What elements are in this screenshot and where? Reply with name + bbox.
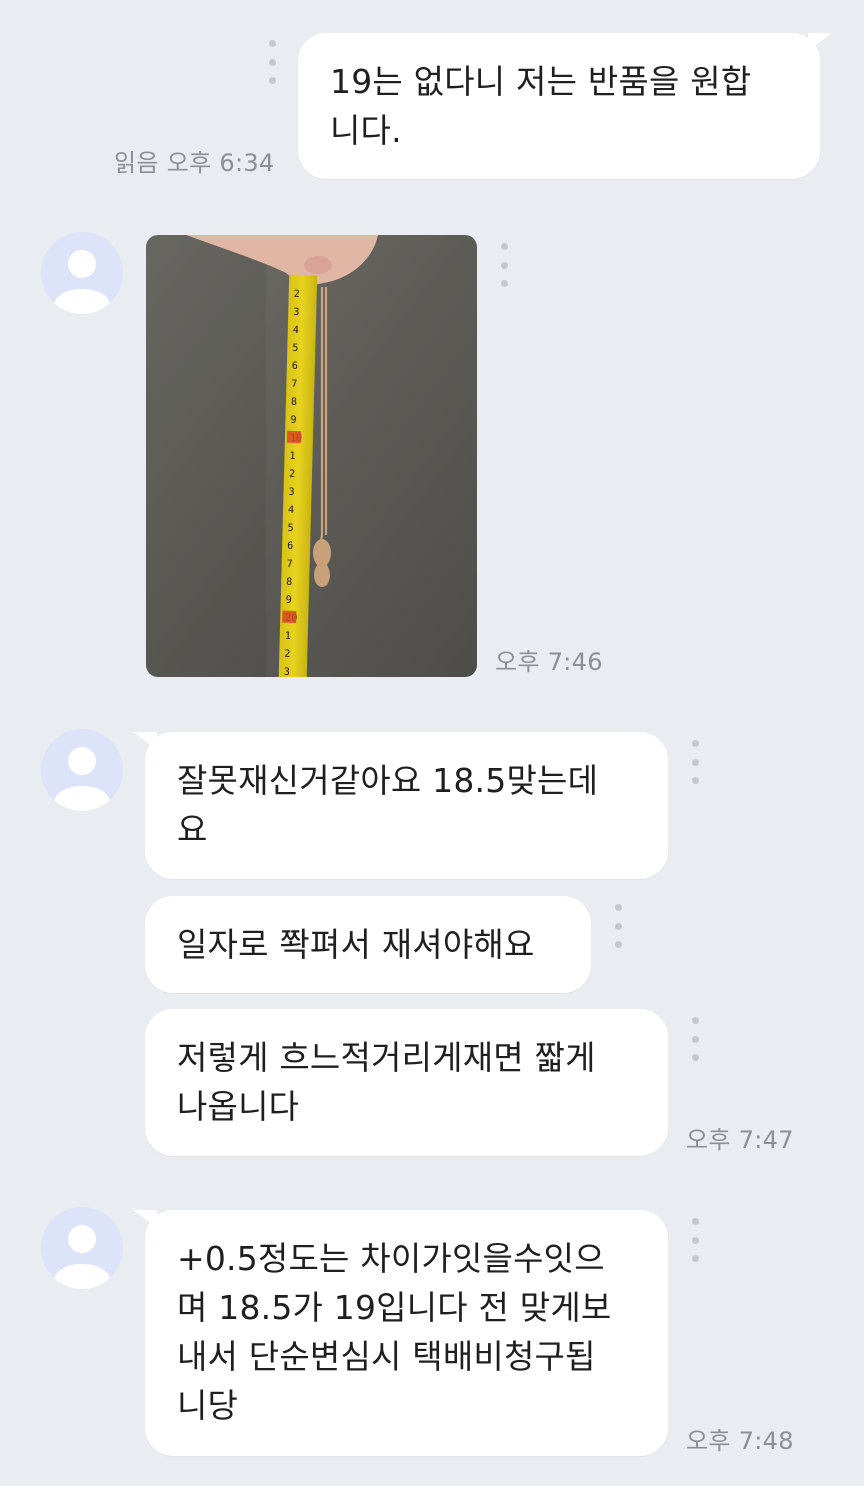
message-bubble[interactable]: 19는 없다니 저는 반품을 원합 니다. xyxy=(298,33,832,179)
message-time: 오후 7:46 xyxy=(495,648,603,676)
tape-measure-bracelet-photo[interactable]: 2 3 4 5 6 7 8 9 10 1 2 3 4 5 6 7 8 xyxy=(146,235,477,677)
message-bubble[interactable]: 잘못재신거같아요 18.5맞는데 요 xyxy=(133,732,668,879)
more-options-icon[interactable] xyxy=(262,40,282,84)
message-bubble[interactable]: 저렇게 흐느적거리게재면 짧게 나옵니다 xyxy=(145,1009,668,1156)
svg-text:4: 4 xyxy=(293,325,299,336)
svg-text:3: 3 xyxy=(288,487,294,498)
message-time: 오후 7:48 xyxy=(686,1427,794,1455)
svg-text:8: 8 xyxy=(286,577,292,588)
default-user-icon[interactable] xyxy=(41,729,123,811)
svg-text:7: 7 xyxy=(291,379,297,390)
svg-text:1: 1 xyxy=(285,631,291,642)
more-options-icon[interactable] xyxy=(685,740,705,784)
message-text: 일자로 쫙펴서 재셔야해요 xyxy=(177,925,535,964)
svg-text:2: 2 xyxy=(294,289,300,300)
more-options-icon[interactable] xyxy=(494,243,514,287)
svg-text:9: 9 xyxy=(290,415,296,426)
message-text: 잘못재신거같아요 18.5맞는데 요 xyxy=(177,761,599,849)
svg-text:3: 3 xyxy=(284,667,290,677)
svg-text:3: 3 xyxy=(293,307,299,318)
svg-text:9: 9 xyxy=(286,595,292,606)
svg-text:4: 4 xyxy=(288,505,294,516)
svg-text:5: 5 xyxy=(287,523,293,534)
more-options-icon[interactable] xyxy=(685,1017,705,1061)
default-user-icon[interactable] xyxy=(41,1207,123,1289)
svg-text:2: 2 xyxy=(284,649,290,660)
message-text: +0.5정도는 차이가잇을수잇으 며 18.5가 19입니다 전 맞게보 내서 … xyxy=(177,1239,612,1425)
more-options-icon[interactable] xyxy=(608,904,628,948)
svg-text:1: 1 xyxy=(289,451,295,462)
default-user-icon[interactable] xyxy=(41,232,123,314)
svg-text:6: 6 xyxy=(287,541,293,552)
message-bubble[interactable]: 일자로 쫙펴서 재셔야해요 xyxy=(145,896,591,993)
more-options-icon[interactable] xyxy=(685,1218,705,1262)
read-receipt-time: 읽음 오후 6:34 xyxy=(114,149,275,177)
message-time: 오후 7:47 xyxy=(686,1126,794,1154)
svg-text:5: 5 xyxy=(292,343,298,354)
svg-text:7: 7 xyxy=(287,559,293,570)
message-bubble[interactable]: +0.5정도는 차이가잇을수잇으 며 18.5가 19입니다 전 맞게보 내서 … xyxy=(133,1210,668,1456)
message-text: 저렇게 흐느적거리게재면 짧게 나옵니다 xyxy=(177,1038,596,1126)
svg-text:8: 8 xyxy=(291,397,297,408)
svg-text:6: 6 xyxy=(292,361,298,372)
svg-text:2: 2 xyxy=(289,469,295,480)
message-text: 19는 없다니 저는 반품을 원합 니다. xyxy=(330,62,752,150)
